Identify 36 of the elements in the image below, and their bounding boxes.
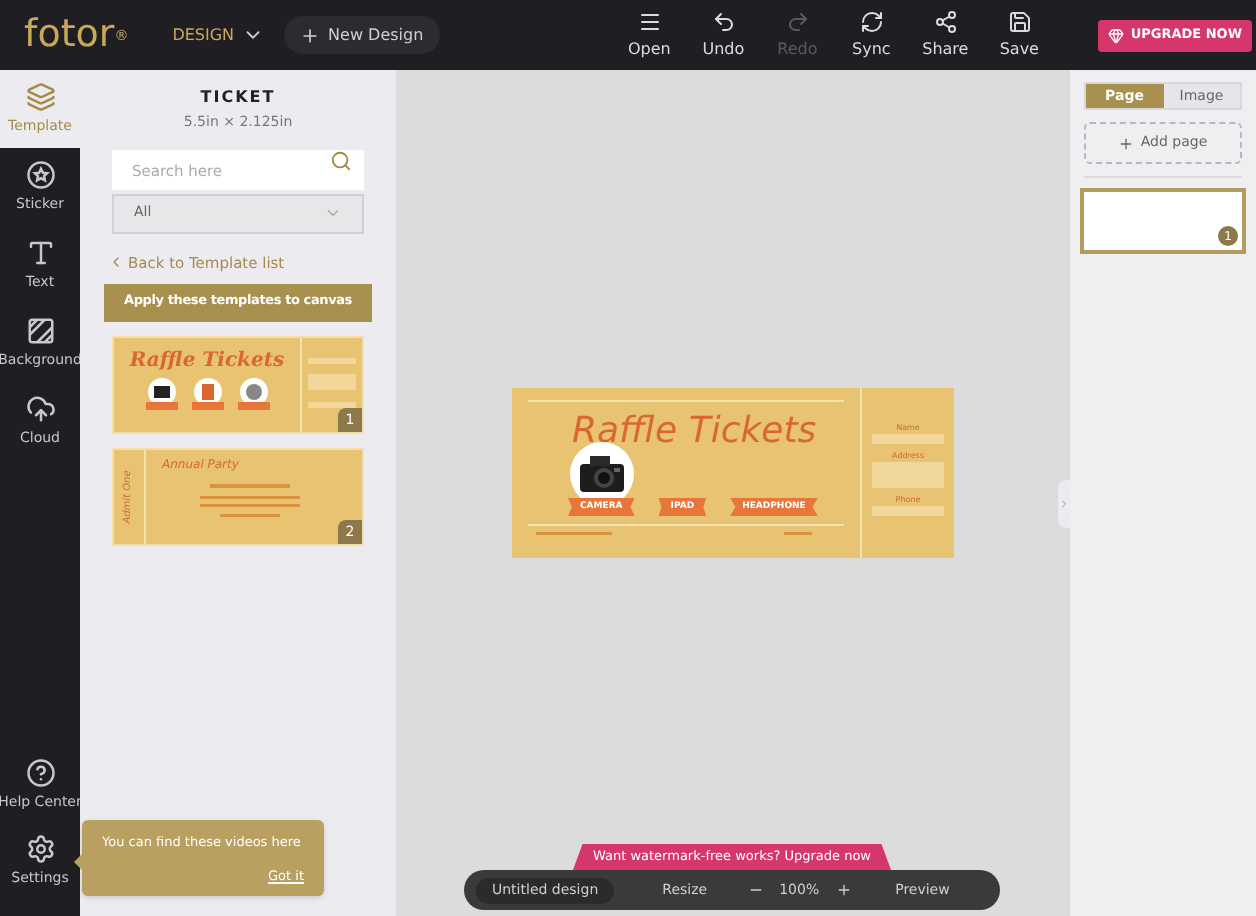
new-design-button[interactable]: New Design [284,16,440,54]
toolbar-button[interactable]: Sync [841,9,902,61]
ticket-title: Raffle Tickets [572,414,819,450]
form-field [872,462,944,488]
panel-title: TICKET [200,86,276,110]
chevron-down-icon [324,204,342,222]
thumbnail-title: Raffle Tickets [129,351,285,372]
toolbar-button[interactable]: Open [619,9,680,61]
cloud-upload-icon [25,393,55,424]
logo: fotor$^{®}$ [24,16,129,54]
design-menu[interactable]: DESIGN [172,23,265,47]
form-field [872,506,944,516]
collapse-handle[interactable] [1058,480,1070,528]
menu-icon [637,9,662,33]
help-icon [25,758,55,789]
search-icon [330,149,352,171]
plus-icon [1118,135,1135,151]
chevron-right-icon [1058,498,1070,510]
save-icon [1007,9,1032,33]
chevron-left-icon [108,254,124,271]
diamond-icon [1108,27,1125,43]
share-icon [933,9,958,33]
star-circle-icon [25,159,55,190]
text-icon [25,237,55,268]
zoom-in-icon[interactable] [835,882,852,898]
redo-icon [785,9,810,33]
layers-icon [25,81,55,112]
plus-icon [300,25,321,45]
settings-icon [25,834,55,865]
striped-square-icon [25,315,55,346]
form-field [872,434,944,444]
sync-icon [859,9,884,33]
toolbar-button[interactable]: Save [989,9,1050,61]
toolbar-button[interactable]: Share [915,9,976,61]
undo-icon [711,9,736,33]
toolbar-button[interactable]: Undo [693,9,754,61]
